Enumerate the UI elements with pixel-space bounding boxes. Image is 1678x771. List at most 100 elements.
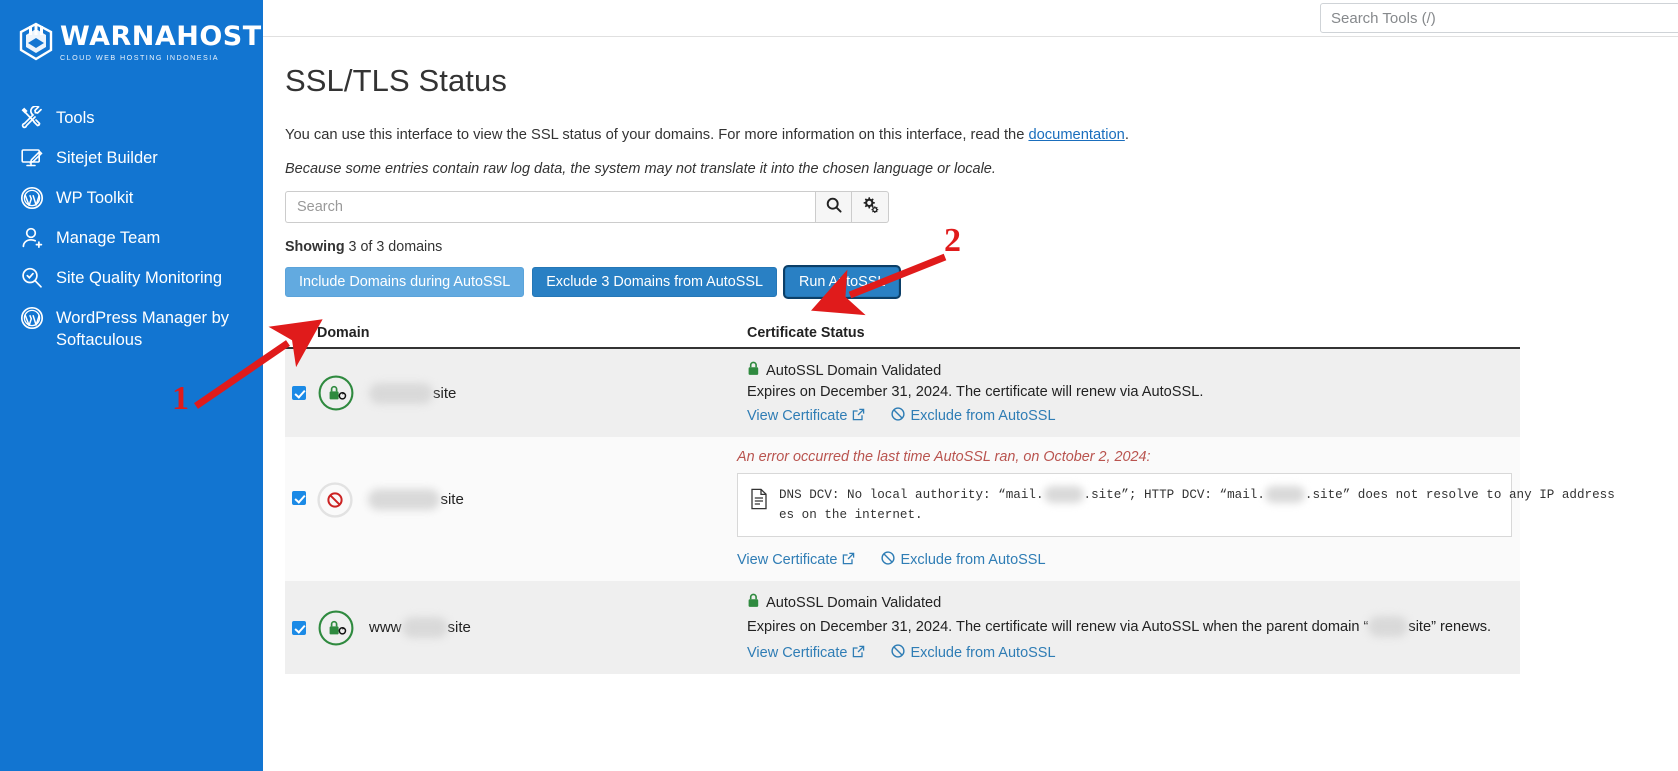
- link-label: View Certificate: [747, 408, 848, 424]
- search-submit-button[interactable]: [815, 191, 852, 223]
- error-message: DNS DCV: No local authority: “mail. .site…: [779, 485, 1615, 525]
- redacted-domain: [368, 489, 441, 510]
- row-domain-cell: www site: [317, 593, 747, 662]
- green-lock-renew-icon: [317, 374, 355, 412]
- column-header-domain: Domain: [317, 324, 370, 341]
- table-row: site An error occurred the last time Aut…: [285, 437, 1615, 581]
- link-label: View Certificate: [737, 552, 838, 568]
- annotation-number-2: 2: [944, 222, 961, 259]
- search-icon: [826, 197, 842, 218]
- exclude-from-autossl-link[interactable]: Exclude from AutoSSL: [891, 644, 1056, 662]
- domain-suffix: site: [433, 384, 457, 402]
- sidebar-item-label: Tools: [56, 109, 95, 127]
- magnifier-check-icon: [20, 266, 44, 290]
- exclude-domains-button[interactable]: Exclude 3 Domains from AutoSSL: [532, 267, 777, 297]
- green-padlock-icon: [747, 361, 760, 380]
- status-detail: Expires on December 31, 2024. The certif…: [747, 616, 1512, 637]
- page-title: SSL/TLS Status: [285, 63, 507, 98]
- sidebar-item-label: Manage Team: [56, 229, 161, 247]
- sidebar-item-wp-toolkit[interactable]: WP Toolkit: [0, 178, 263, 218]
- showing-text: 3 of 3 domains: [348, 239, 443, 255]
- sidebar-item-label: Site Quality Monitoring: [56, 269, 222, 287]
- select-all-cell: [285, 325, 317, 340]
- intro-paragraph: You can use this interface to view the S…: [285, 127, 1678, 143]
- sidebar-item-tools[interactable]: Tools: [0, 98, 263, 138]
- search-settings-button[interactable]: [852, 191, 889, 223]
- row-checkbox[interactable]: [292, 620, 306, 635]
- sidebar: WARNAHOST CLOUD WEB HOSTING INDONESIA To…: [0, 0, 263, 771]
- table-row: www site AutoSSL Domain Validated Expire…: [285, 581, 1520, 674]
- domain-suffix: site: [447, 619, 471, 636]
- redacted-domain: [401, 617, 448, 638]
- row-status-cell: AutoSSL Domain Validated Expires on Dece…: [747, 593, 1520, 662]
- status-title: AutoSSL Domain Validated: [766, 594, 942, 611]
- monitor-pen-icon: [20, 146, 44, 170]
- link-label: Exclude from AutoSSL: [910, 645, 1056, 661]
- redacted-domain: [1368, 616, 1409, 637]
- row-links: View Certificate Exclude from AutoSSL: [747, 407, 1512, 425]
- link-label: Exclude from AutoSSL: [900, 552, 1046, 568]
- sidebar-item-wordpress-manager[interactable]: WordPress Manager by Softaculous: [0, 298, 263, 359]
- document-icon: [750, 485, 768, 515]
- view-certificate-link[interactable]: View Certificate: [747, 408, 865, 425]
- gears-icon: [862, 196, 879, 218]
- brand-name: WARNAHOST: [60, 20, 262, 52]
- brand-logo[interactable]: WARNAHOST CLOUD WEB HOSTING INDONESIA: [0, 0, 263, 62]
- redacted-domain: [1043, 486, 1084, 504]
- row-select-cell: [285, 593, 317, 662]
- ban-icon: [891, 644, 906, 662]
- link-label: View Certificate: [747, 645, 848, 661]
- row-links: View Certificate Exclude from AutoSSL: [737, 551, 1512, 569]
- select-all-checkbox[interactable]: [292, 325, 306, 340]
- row-status-cell: An error occurred the last time AutoSSL …: [737, 449, 1615, 569]
- redacted-domain: [369, 382, 433, 404]
- external-link-icon: [852, 645, 865, 662]
- ban-icon: [891, 407, 906, 425]
- wordpress-icon: [20, 306, 44, 330]
- locale-note: Because some entries contain raw log dat…: [285, 161, 996, 177]
- search-tools-input[interactable]: [1320, 3, 1678, 33]
- exclude-from-autossl-link[interactable]: Exclude from AutoSSL: [891, 407, 1056, 425]
- row-select-cell: [285, 449, 316, 569]
- showing-count: Showing 3 of 3 domains: [285, 239, 1678, 255]
- showing-label: Showing: [285, 239, 345, 255]
- column-header-status: Certificate Status: [747, 324, 865, 341]
- table-header-row: Domain Certificate Status: [285, 318, 1520, 349]
- sidebar-item-label: Sitejet Builder: [56, 149, 158, 167]
- domain-suffix: site: [440, 491, 464, 508]
- row-checkbox[interactable]: [292, 386, 306, 400]
- include-domains-button[interactable]: Include Domains during AutoSSL: [285, 267, 525, 297]
- green-padlock-icon: [747, 593, 760, 612]
- exclude-from-autossl-link[interactable]: Exclude from AutoSSL: [881, 551, 1046, 569]
- error-part-2: .site”; HTTP DCV: “mail.: [1083, 488, 1265, 502]
- sidebar-item-sitejet-builder[interactable]: Sitejet Builder: [0, 138, 263, 178]
- documentation-link[interactable]: documentation: [1028, 127, 1124, 143]
- view-certificate-link[interactable]: View Certificate: [737, 552, 855, 569]
- sidebar-nav: Tools Sitejet Builder WP Toolkit Manage …: [0, 98, 263, 359]
- intro-text-after: .: [1124, 127, 1129, 143]
- view-certificate-link[interactable]: View Certificate: [747, 645, 865, 662]
- domain-search-input[interactable]: [285, 191, 815, 223]
- sidebar-item-label: WordPress Manager by Softaculous: [56, 309, 230, 349]
- row-checkbox[interactable]: [292, 491, 306, 505]
- row-domain-name: site: [369, 382, 457, 404]
- page-content: SSL/TLS Status You can use this interfac…: [263, 37, 1678, 674]
- action-button-row: Include Domains during AutoSSL Exclude 3…: [285, 267, 1678, 297]
- topbar: [263, 0, 1678, 37]
- intro-text-before: You can use this interface to view the S…: [285, 127, 1029, 143]
- run-autossl-button[interactable]: Run AutoSSL: [784, 267, 900, 297]
- status-title-line: AutoSSL Domain Validated: [747, 593, 1512, 612]
- external-link-icon: [852, 408, 865, 425]
- row-status-cell: AutoSSL Domain Validated Expires on Dece…: [747, 361, 1520, 425]
- error-box: DNS DCV: No local authority: “mail. .site…: [737, 473, 1615, 537]
- sidebar-item-manage-team[interactable]: Manage Team: [0, 218, 263, 258]
- row-links: View Certificate Exclude from AutoSSL: [747, 644, 1512, 662]
- redacted-domain: [1264, 486, 1305, 504]
- ban-icon: [881, 551, 896, 569]
- status-title-line: AutoSSL Domain Validated: [747, 361, 1512, 380]
- status-title: AutoSSL Domain Validated: [766, 362, 942, 379]
- app-root: WARNAHOST CLOUD WEB HOSTING INDONESIA To…: [0, 0, 1678, 771]
- brand-tagline: CLOUD WEB HOSTING INDONESIA: [60, 52, 219, 62]
- sidebar-item-label: WP Toolkit: [56, 189, 134, 207]
- sidebar-item-site-quality-monitoring[interactable]: Site Quality Monitoring: [0, 258, 263, 298]
